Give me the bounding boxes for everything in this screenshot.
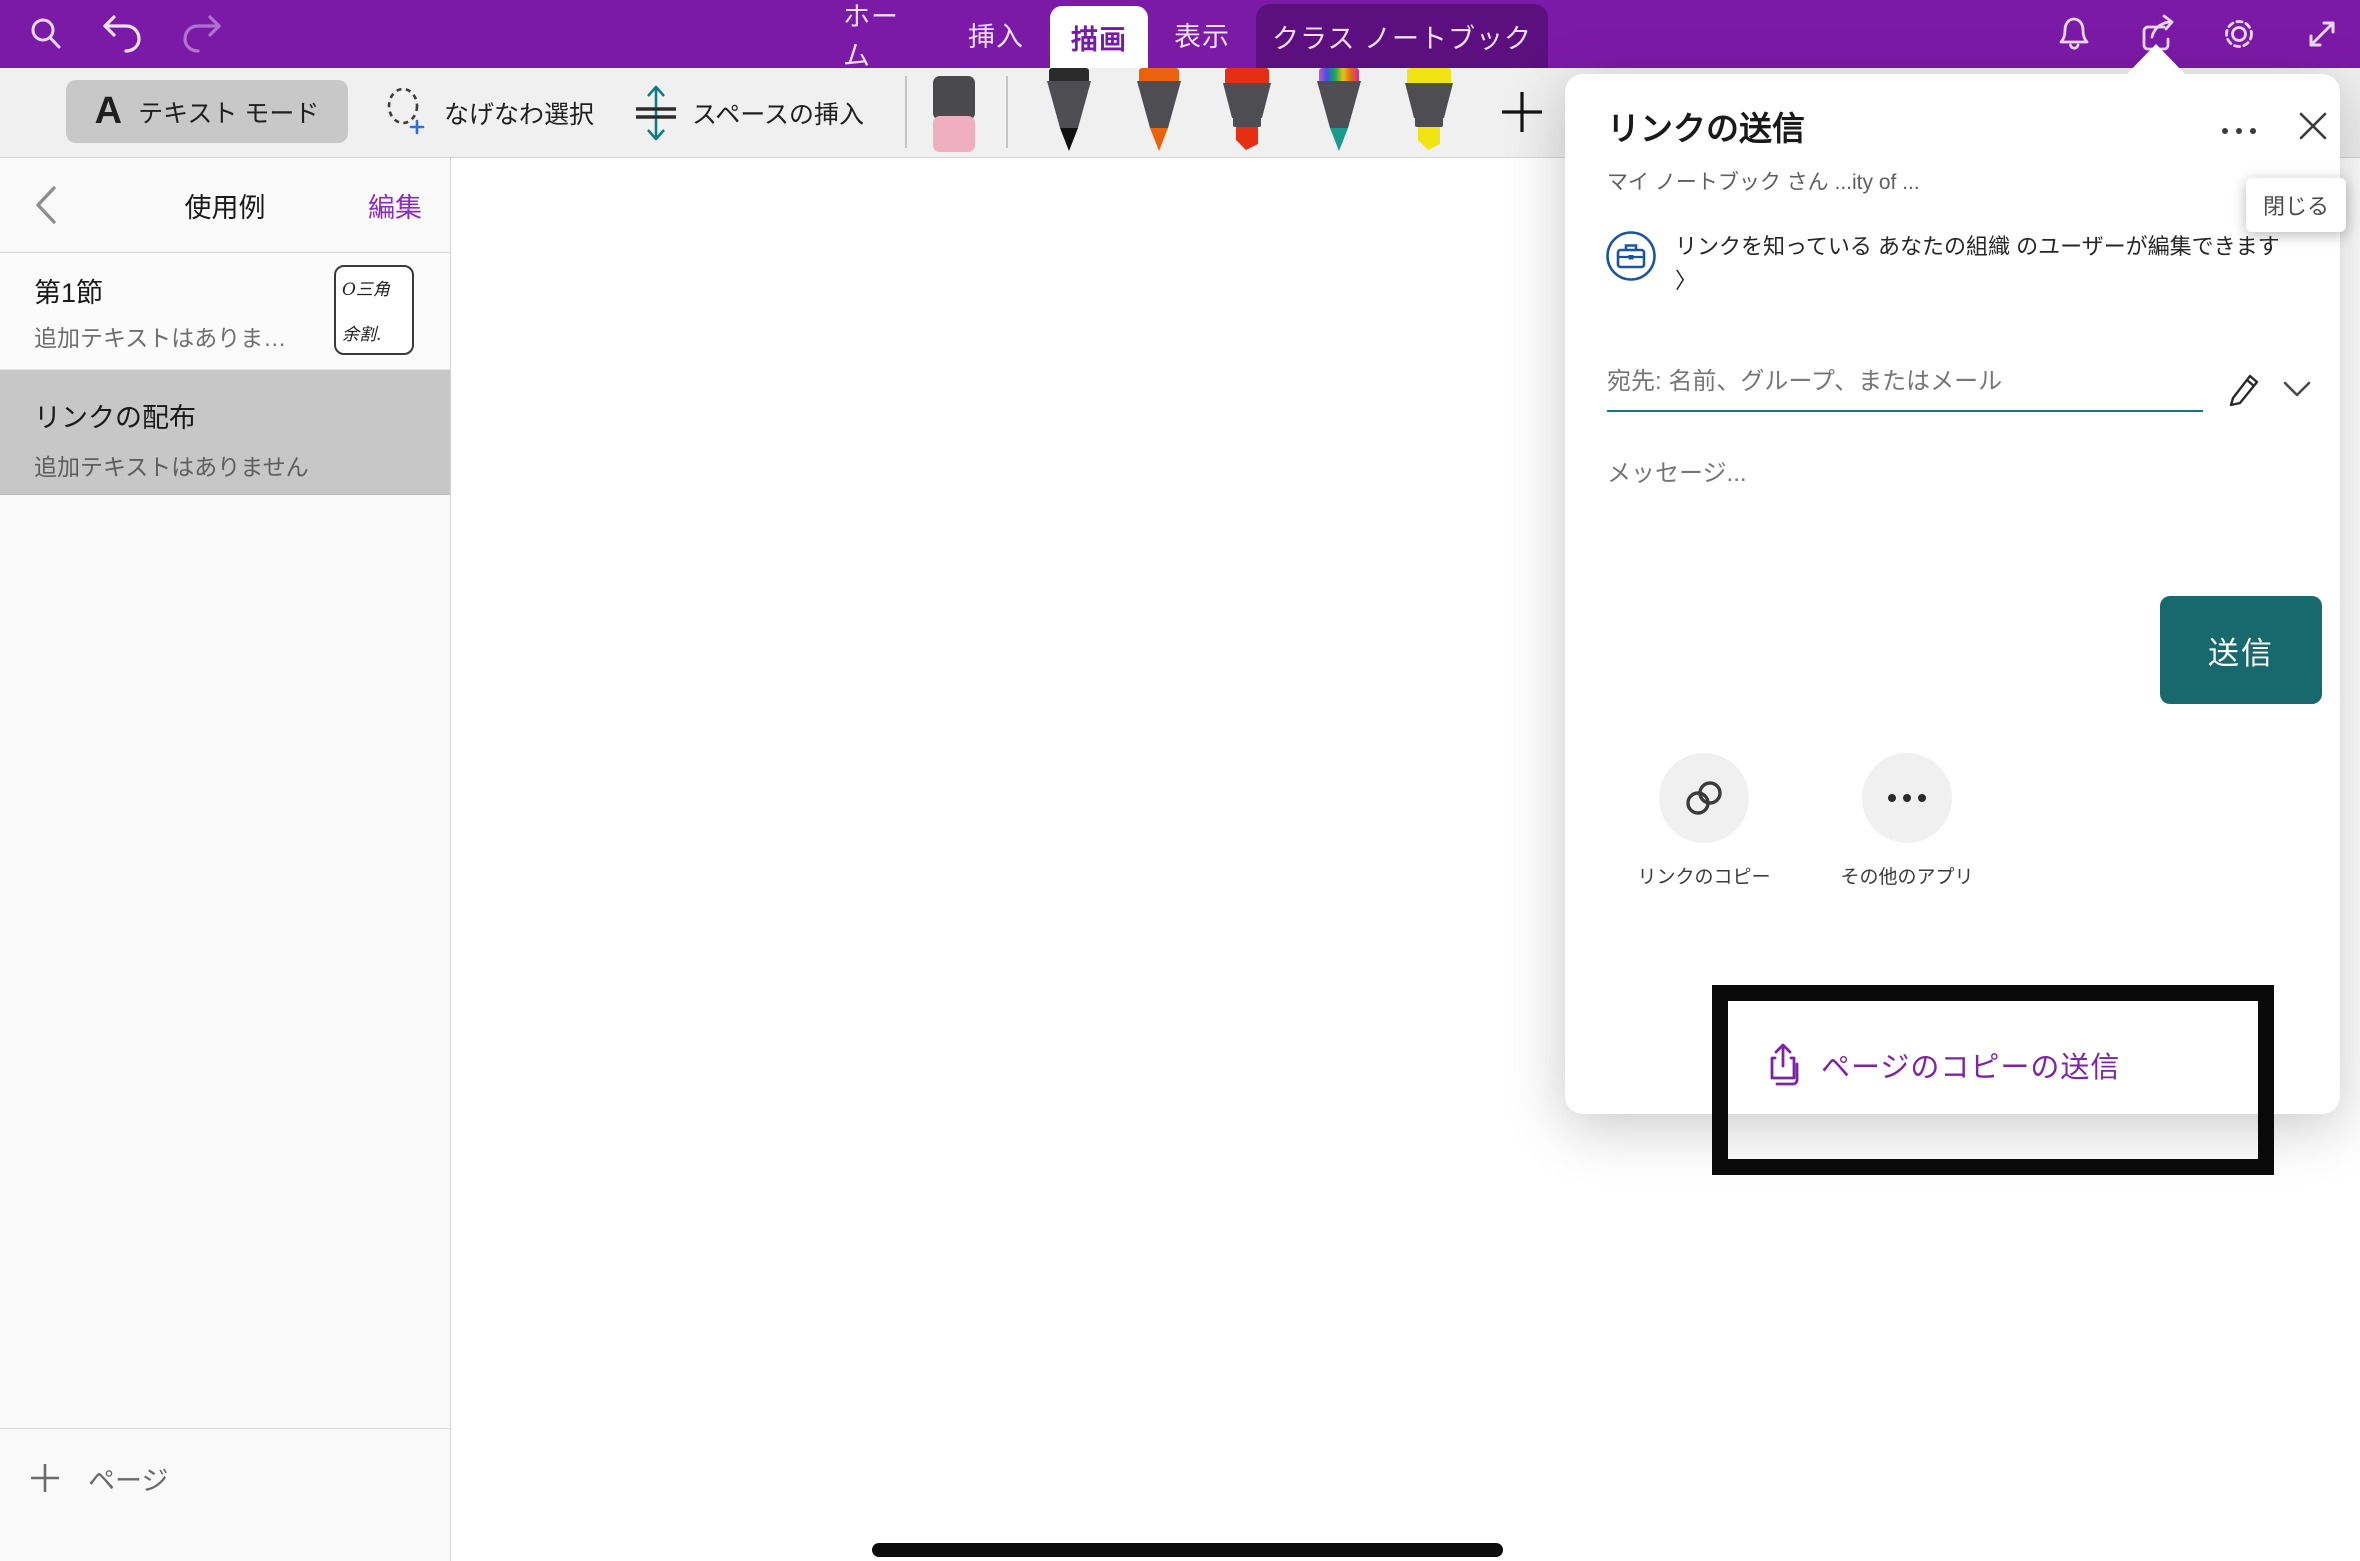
home-indicator[interactable] (872, 1543, 1503, 1557)
toolbar-divider (905, 76, 907, 148)
tab-home[interactable]: ホーム (843, 0, 923, 68)
black-pen[interactable] (1038, 68, 1100, 157)
edit-button[interactable]: 編集 (368, 158, 422, 252)
ellipsis-icon (1883, 791, 1931, 805)
page-thumbnail: O三角 余割. (334, 265, 414, 355)
send-button[interactable]: 送信 (2160, 596, 2322, 704)
more-options-icon[interactable] (2215, 114, 2263, 148)
red-marker[interactable] (1216, 68, 1278, 157)
text-mode-button[interactable]: A テキスト モード (66, 80, 348, 143)
link-icon (1680, 774, 1728, 822)
share-popover-caret (2127, 44, 2185, 74)
rainbow-pen[interactable] (1308, 68, 1370, 157)
message-input[interactable] (1607, 456, 2247, 492)
organization-briefcase-icon (1605, 230, 1657, 282)
tab-draw[interactable]: 描画 (1050, 6, 1148, 68)
yellow-marker[interactable] (1398, 68, 1460, 157)
insert-space-button[interactable]: スペースの挿入 (632, 68, 864, 157)
top-app-bar: ホーム 挿入 描画 表示 クラス ノートブック (0, 0, 2360, 68)
dialog-title: リンクの送信 (1607, 102, 1805, 150)
copy-link-label: リンクのコピー (1609, 862, 1799, 889)
tab-insert[interactable]: 挿入 (960, 0, 1032, 68)
plus-icon (28, 1461, 62, 1495)
lasso-icon (384, 85, 432, 141)
close-icon[interactable] (2293, 104, 2333, 148)
close-tooltip: 閉じる (2246, 178, 2346, 232)
notebook-location-subtitle: マイ ノートブック さん ...ity of ... (1607, 166, 1920, 196)
page-list-item[interactable]: 第1節 追加テキストはありま… O三角 余割. (0, 253, 450, 370)
send-link-dialog: リンクの送信 マイ ノートブック さん ...ity of ... リンクを知っ… (1565, 74, 2340, 1114)
link-permission-row[interactable]: リンクを知っている あなたの組織 のユーザーが編集できます 〉 (1605, 230, 2305, 298)
tab-class-notebook[interactable]: クラス ノートブック (1256, 4, 1548, 68)
recipient-field (1607, 362, 2203, 412)
settings-gear-icon[interactable] (2217, 12, 2261, 56)
chevron-down-icon[interactable] (2277, 372, 2317, 406)
orange-pen[interactable] (1128, 68, 1190, 157)
copy-link-button[interactable] (1659, 753, 1749, 843)
text-mode-a-icon: A (95, 90, 122, 133)
edit-permission-pencil-icon[interactable] (2223, 366, 2267, 410)
lasso-select-button[interactable]: なげなわ選択 (384, 68, 594, 157)
eraser-tool[interactable] (928, 76, 980, 159)
toolbar-divider (1006, 76, 1008, 148)
more-apps-label: その他のアプリ (1812, 862, 2002, 889)
undo-icon[interactable] (100, 12, 144, 56)
notifications-bell-icon[interactable] (2052, 12, 2096, 56)
plus-icon (1496, 86, 1548, 138)
insert-space-icon (632, 83, 680, 143)
more-apps-button[interactable] (1862, 753, 1952, 843)
permission-text: リンクを知っている あなたの組織 のユーザーが編集できます 〉 (1675, 230, 2295, 298)
search-icon[interactable] (24, 12, 68, 56)
redo-icon[interactable] (180, 12, 224, 56)
page-list-item-selected[interactable]: リンクの配布 追加テキストはありません (0, 370, 450, 495)
page-list-sidebar: 使用例 編集 第1節 追加テキストはありま… O三角 余割. リンクの配布 追加… (0, 158, 451, 1561)
message-field (1607, 456, 2247, 492)
fullscreen-expand-icon[interactable] (2300, 12, 2344, 56)
add-pen-button[interactable] (1494, 84, 1550, 140)
add-page-button[interactable]: ページ (28, 1448, 168, 1508)
divider (0, 1428, 450, 1429)
annotation-highlight-rectangle (1712, 985, 2274, 1175)
tab-view[interactable]: 表示 (1166, 0, 1238, 68)
sidebar-header: 使用例 編集 (0, 158, 450, 253)
recipient-input[interactable] (1607, 362, 2203, 412)
